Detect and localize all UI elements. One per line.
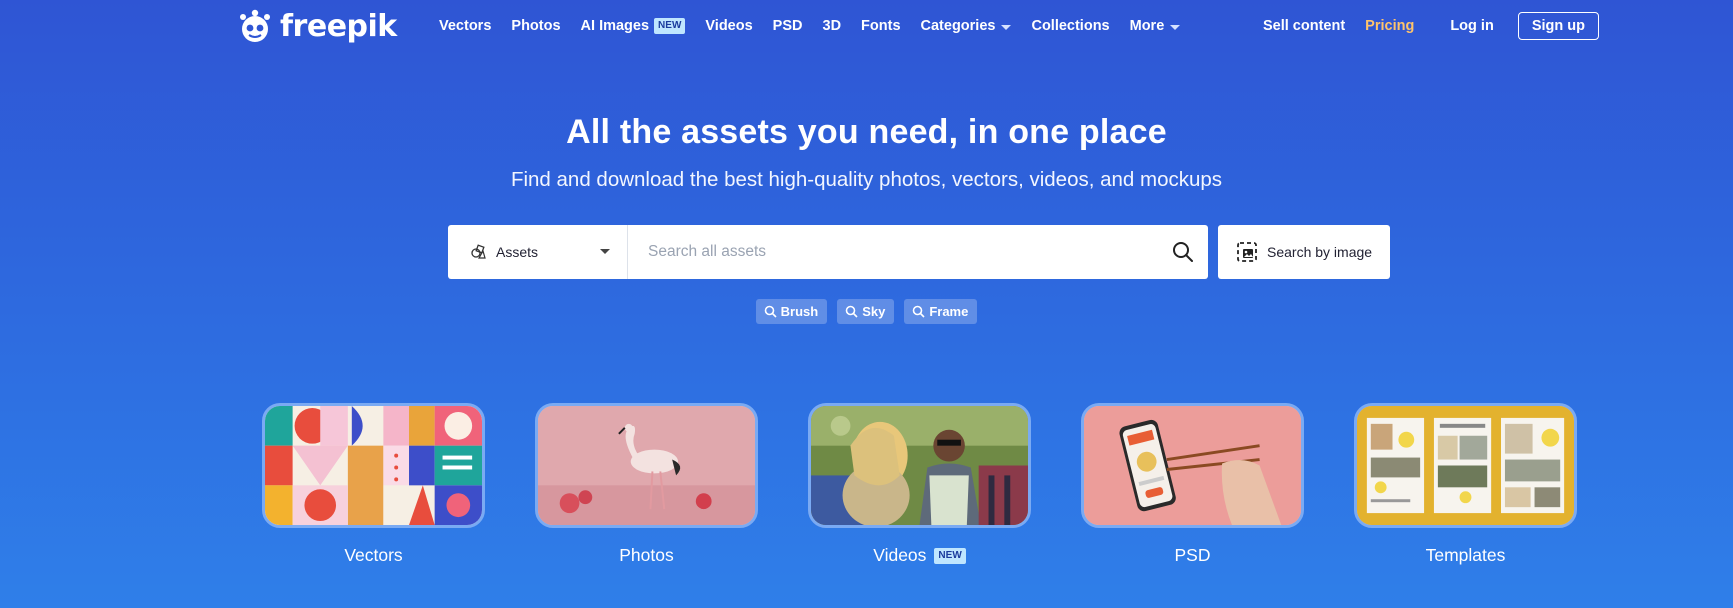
new-badge: NEW — [934, 547, 966, 564]
category-label-text: PSD — [1174, 545, 1211, 565]
nav-fonts[interactable]: Fonts — [861, 18, 900, 34]
nav-vectors-label: Vectors — [439, 18, 492, 34]
category-card-psd[interactable]: PSD — [1081, 403, 1304, 566]
chevron-down-icon — [600, 249, 610, 254]
signup-button[interactable]: Sign up — [1517, 12, 1599, 40]
flamingo-thumbnail — [535, 403, 758, 528]
primary-nav: Vectors Photos AI Images NEW Videos PSD 3… — [439, 0, 1200, 52]
tag-label: Frame — [929, 304, 969, 319]
category-label-text: Vectors — [344, 545, 403, 565]
image-search-icon — [1237, 242, 1257, 262]
nav-collections[interactable]: Collections — [1031, 18, 1109, 34]
category-label: Vectors — [262, 545, 485, 566]
freepik-logo[interactable]: freepik — [238, 6, 397, 46]
nav-ai-images[interactable]: AI Images NEW — [581, 18, 686, 34]
nav-psd[interactable]: PSD — [773, 18, 803, 34]
asset-type-value: Assets — [496, 244, 539, 260]
nav-more-label: More — [1129, 18, 1165, 34]
login-link[interactable]: Log in — [1450, 18, 1494, 34]
vectors-thumbnail — [262, 403, 485, 528]
nav-categories[interactable]: Categories — [921, 18, 1012, 34]
category-label-text: Templates — [1425, 545, 1506, 565]
category-label: PSD — [1081, 545, 1304, 566]
search-by-image-label: Search by image — [1267, 244, 1373, 260]
hero-title: All the assets you need, in one place — [566, 113, 1167, 151]
new-badge: NEW — [654, 18, 686, 34]
category-card-photos[interactable]: Photos — [535, 403, 758, 566]
nav-vectors[interactable]: Vectors — [439, 18, 491, 34]
category-card-templates[interactable]: Templates — [1354, 403, 1577, 566]
sell-content-link[interactable]: Sell content — [1263, 18, 1345, 34]
assets-icon — [471, 244, 486, 259]
nav-videos[interactable]: Videos — [705, 18, 752, 34]
category-label: Videos NEW — [808, 545, 1031, 566]
search-icon — [1173, 242, 1193, 262]
category-label-text: Videos — [873, 545, 927, 565]
brand-name: freepik — [280, 8, 397, 44]
suggested-tags: Brush Sky Frame — [0, 299, 1733, 324]
category-label: Templates — [1354, 545, 1577, 566]
asset-type-dropdown[interactable]: Assets — [448, 225, 628, 279]
account-nav: Sell content Pricing Log in Sign up — [1263, 0, 1599, 52]
nav-3d[interactable]: 3D — [823, 18, 842, 34]
search-button[interactable] — [1158, 225, 1208, 279]
nav-ai-images-label: AI Images — [580, 18, 650, 34]
hero-subtitle: Find and download the best high-quality … — [510, 168, 1223, 191]
nav-more[interactable]: More — [1130, 18, 1181, 34]
search-icon — [764, 305, 777, 318]
templates-thumbnail — [1354, 403, 1577, 528]
category-label: Photos — [535, 545, 758, 566]
search-icon — [913, 305, 925, 318]
tag-label: Sky — [862, 304, 886, 319]
search-bar: Assets — [448, 225, 1208, 279]
tag-sky[interactable]: Sky — [837, 299, 895, 324]
category-card-videos[interactable]: Videos NEW — [808, 403, 1031, 566]
tag-brush[interactable]: Brush — [755, 299, 828, 324]
search-input[interactable] — [628, 225, 1158, 279]
tag-label: Brush — [780, 304, 819, 319]
nav-photos-label: Photos — [511, 18, 561, 34]
chevron-down-icon — [1170, 24, 1181, 30]
nav-collections-label: Collections — [1031, 18, 1110, 34]
nav-fonts-label: Fonts — [861, 18, 901, 34]
nav-categories-label: Categories — [920, 18, 996, 34]
nav-videos-label: Videos — [705, 18, 753, 34]
category-label-text: Photos — [619, 545, 674, 565]
tag-frame[interactable]: Frame — [904, 299, 978, 324]
phone-mockup-thumbnail — [1081, 403, 1304, 528]
dancing-people-thumbnail — [808, 403, 1031, 528]
nav-photos[interactable]: Photos — [511, 18, 560, 34]
nav-3d-label: 3D — [822, 18, 842, 34]
freepik-mascot-icon — [240, 9, 270, 42]
chevron-down-icon — [1001, 24, 1012, 30]
pricing-link[interactable]: Pricing — [1365, 18, 1414, 34]
search-icon — [845, 305, 858, 318]
category-cards: Vectors Photos Videos NEW PSD Templates — [262, 403, 1577, 573]
search-by-image-button[interactable]: Search by image — [1218, 225, 1390, 279]
nav-psd-label: PSD — [772, 18, 803, 34]
top-navigation: freepik Vectors Photos AI Images NEW Vide… — [0, 0, 1733, 52]
category-card-vectors[interactable]: Vectors — [262, 403, 485, 566]
